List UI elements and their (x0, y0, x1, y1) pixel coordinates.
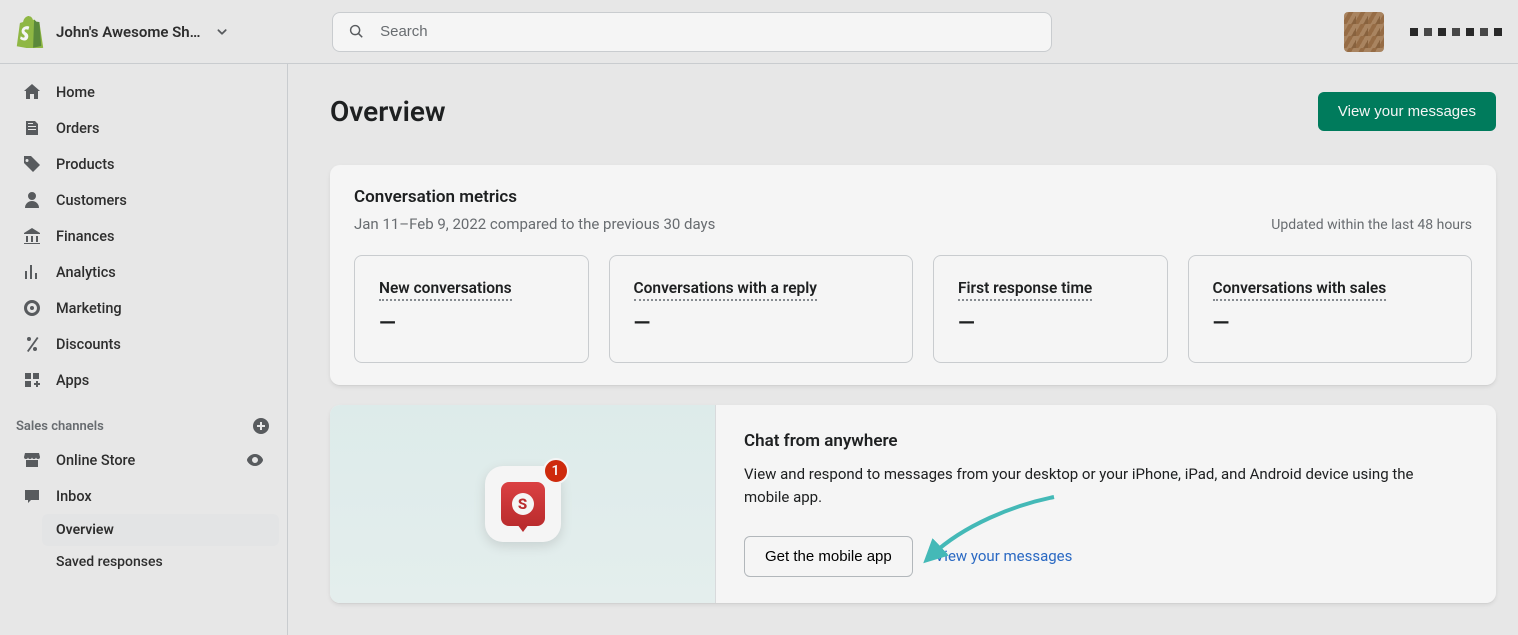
metric-value: — (379, 311, 564, 336)
sidebar-item-inbox[interactable]: Inbox (8, 478, 279, 514)
sidebar-item-label: Marketing (56, 300, 122, 317)
tag-icon (22, 154, 42, 174)
sidebar-item-label: Finances (56, 228, 114, 245)
topbar: John's Awesome Sh… (0, 0, 1518, 64)
metric-label: Conversations with sales (1213, 279, 1387, 301)
search-bar[interactable] (332, 12, 1052, 52)
metric-card: Conversations with a reply — (609, 255, 914, 363)
store-icon (22, 450, 42, 470)
main-content: Overview View your messages Conversation… (288, 64, 1518, 635)
search-input[interactable] (378, 22, 1037, 41)
view-messages-link[interactable]: View your messages (935, 547, 1073, 565)
promo-title: Chat from anywhere (744, 431, 1468, 451)
promo-illustration: S 1 (330, 405, 716, 603)
metrics-section-title: Conversation metrics (354, 187, 715, 207)
add-channel-button[interactable] (251, 416, 271, 436)
inbox-icon (22, 486, 42, 506)
sidebar: Home Orders Products Customers Finances … (0, 64, 288, 635)
sidebar-item-discounts[interactable]: Discounts (8, 326, 279, 362)
sidebar-item-label: Discounts (56, 336, 121, 353)
metric-label: First response time (958, 279, 1092, 301)
user-menu-placeholder (1410, 28, 1502, 36)
metric-value: — (634, 311, 889, 336)
search-icon (347, 22, 366, 42)
bank-icon (22, 226, 42, 246)
metric-label: Conversations with a reply (634, 279, 818, 301)
chat-anywhere-promo-card: S 1 Chat from anywhere View and respond … (330, 405, 1496, 603)
orders-icon (22, 118, 42, 138)
store-name: John's Awesome Sh… (56, 23, 201, 41)
sidebar-item-online-store[interactable]: Online Store (8, 442, 279, 478)
view-store-icon[interactable] (245, 450, 265, 470)
apps-icon (22, 370, 42, 390)
sidebar-item-analytics[interactable]: Analytics (8, 254, 279, 290)
store-switcher[interactable]: John's Awesome Sh… (16, 16, 276, 48)
promo-body-text: View and respond to messages from your d… (744, 463, 1434, 510)
person-icon (22, 190, 42, 210)
sidebar-item-label: Analytics (56, 264, 116, 281)
metrics-date-range: Jan 11–Feb 9, 2022 compared to the previ… (354, 215, 715, 233)
metric-label: New conversations (379, 279, 512, 301)
conversation-metrics-card: Conversation metrics Jan 11–Feb 9, 2022 … (330, 165, 1496, 385)
sidebar-sub-saved-responses[interactable]: Saved responses (42, 546, 279, 578)
sidebar-item-label: Products (56, 156, 115, 173)
sidebar-item-home[interactable]: Home (8, 74, 279, 110)
target-icon (22, 298, 42, 318)
notification-badge: 1 (543, 458, 569, 484)
avatar[interactable] (1344, 12, 1384, 52)
sales-channels-heading: Sales channels (0, 398, 287, 442)
discount-icon (22, 334, 42, 354)
sidebar-item-label: Online Store (56, 452, 135, 469)
sidebar-item-label: Apps (56, 372, 89, 389)
sidebar-sub-overview[interactable]: Overview (42, 514, 279, 546)
metric-value: — (1213, 311, 1448, 336)
get-mobile-app-button[interactable]: Get the mobile app (744, 536, 913, 577)
metrics-updated-text: Updated within the last 48 hours (1271, 217, 1472, 233)
page-title: Overview (330, 95, 446, 128)
sidebar-item-label: Customers (56, 192, 127, 209)
analytics-icon (22, 262, 42, 282)
sidebar-item-marketing[interactable]: Marketing (8, 290, 279, 326)
sidebar-item-apps[interactable]: Apps (8, 362, 279, 398)
metric-card: New conversations — (354, 255, 589, 363)
shopify-logo-icon (16, 16, 44, 48)
sidebar-item-label: Orders (56, 120, 100, 137)
sidebar-item-products[interactable]: Products (8, 146, 279, 182)
home-icon (22, 82, 42, 102)
metric-card: First response time — (933, 255, 1168, 363)
sidebar-item-orders[interactable]: Orders (8, 110, 279, 146)
sidebar-item-customers[interactable]: Customers (8, 182, 279, 218)
view-messages-button[interactable]: View your messages (1318, 92, 1496, 131)
chevron-down-icon (213, 23, 231, 41)
sidebar-item-finances[interactable]: Finances (8, 218, 279, 254)
sidebar-item-label: Home (56, 84, 95, 101)
metric-card: Conversations with sales — (1188, 255, 1473, 363)
metric-value: — (958, 311, 1143, 336)
sidebar-item-label: Inbox (56, 488, 92, 505)
